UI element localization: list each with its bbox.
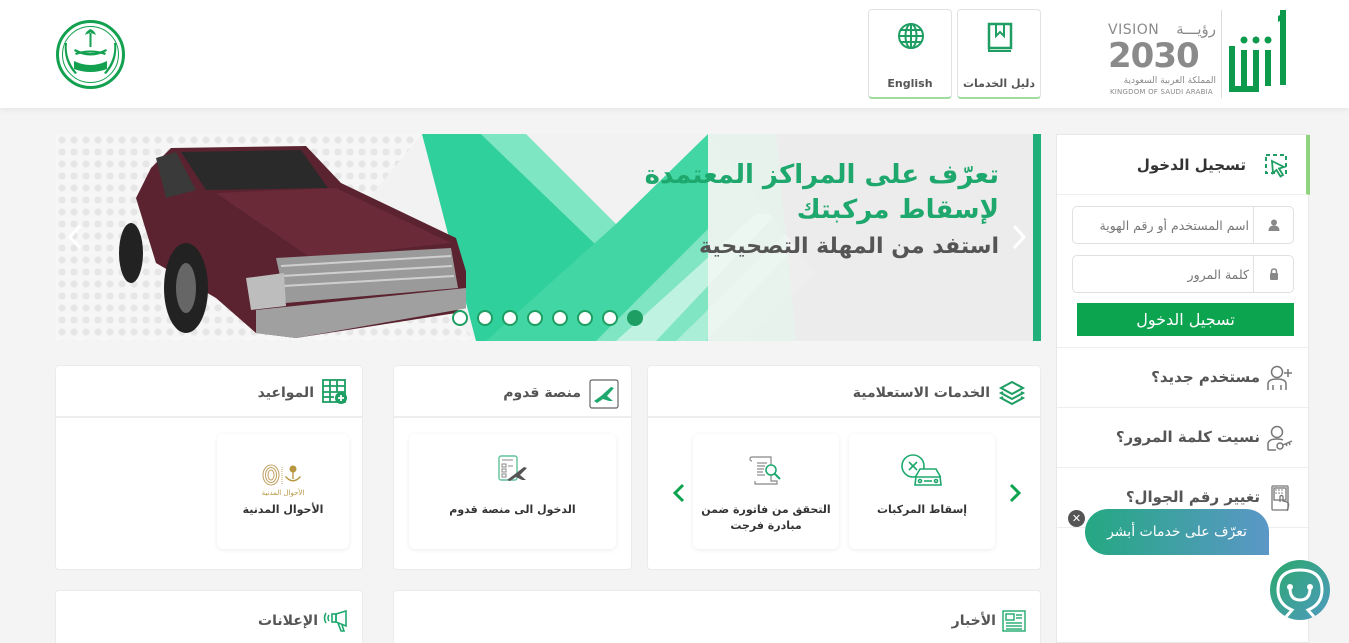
qudoom-platform-box: منصة قدوم الدخول الى منصة قدوم — [393, 365, 632, 570]
new-user-link[interactable]: مستخدم جديد؟ — [1057, 347, 1310, 407]
chatbot-face-icon — [1276, 568, 1324, 619]
document-search-icon — [749, 456, 781, 485]
forgot-password-link[interactable]: نسيت كلمة المرور؟ — [1057, 407, 1310, 467]
slide-title-line-2: لإسقاط مركبتك — [796, 195, 999, 225]
mobile-keypad-icon — [1271, 485, 1290, 512]
news-header: الأخبار — [394, 591, 1040, 643]
calendar-add-icon — [322, 379, 347, 404]
language-english-button[interactable]: English — [868, 9, 952, 99]
username-field — [1072, 206, 1294, 244]
slider-dots — [452, 310, 643, 326]
login-header: تسجيل الدخول — [1057, 135, 1310, 195]
announcements-header: الإعلانات — [56, 591, 362, 643]
user-icon — [1253, 207, 1293, 243]
cursor-select-icon — [1265, 154, 1287, 178]
inquiry-services-box: الخدمات الاستعلامية إسقاط المركبات التحق… — [647, 365, 1041, 570]
chatbot-avatar-button[interactable] — [1270, 560, 1330, 620]
forgot-password-label: نسيت كلمة المرور؟ — [1115, 428, 1260, 446]
car-image — [119, 146, 466, 338]
appointments-box: المواعيد الأحوال المدنية الأحوال المدنية — [55, 365, 363, 570]
login-title: تسجيل الدخول — [1136, 156, 1246, 174]
change-mobile-label: تغيير رقم الجوال؟ — [1125, 488, 1260, 506]
slider-dot[interactable] — [477, 310, 493, 326]
services-guide-label: دليل الخدمات — [962, 77, 1036, 90]
plane-landing-icon — [589, 379, 619, 409]
vision-year: 2030 — [1108, 36, 1200, 76]
hero-slider[interactable]: تعرّف على المراكز المعتمدة لإسقاط مركبتك… — [56, 134, 1041, 341]
username-input[interactable] — [1079, 207, 1249, 243]
login-submit-button[interactable]: تسجيل الدخول — [1077, 303, 1294, 336]
login-panel: تسجيل الدخول تسجيل الدخول مستخدم جديد؟ — [1056, 134, 1310, 643]
lock-icon — [1253, 256, 1293, 292]
layers-icon — [998, 380, 1026, 406]
inquiry-services-header: الخدمات الاستعلامية — [648, 366, 1040, 418]
qudoom-header: منصة قدوم — [394, 366, 631, 418]
checklist-plane-icon — [497, 455, 527, 481]
newspaper-icon — [1002, 610, 1026, 632]
globe-icon — [898, 23, 924, 49]
inquiry-next-arrow[interactable] — [1008, 482, 1022, 504]
slide-subtitle: استفد من المهلة التصحيحية — [699, 234, 999, 259]
civil-affairs-logo-caption: الأحوال المدنية — [262, 488, 305, 497]
slider-dot[interactable] — [452, 310, 468, 326]
vision-kingdom-ar: المملكة العربية السعودية — [1123, 76, 1216, 86]
add-user-icon — [1267, 365, 1292, 390]
slider-dot[interactable] — [502, 310, 518, 326]
inquiry-prev-arrow[interactable] — [672, 482, 686, 504]
password-input[interactable] — [1079, 256, 1249, 292]
slider-dot[interactable] — [527, 310, 543, 326]
services-guide-button[interactable]: دليل الخدمات — [957, 9, 1041, 99]
appointments-title: المواعيد — [257, 385, 314, 401]
qudoom-title: منصة قدوم — [503, 385, 581, 401]
slider-dot-active[interactable] — [627, 310, 643, 326]
announcements-title: الإعلانات — [258, 613, 318, 629]
vision-2030-logo: VISION رؤيـــة 2030 المملكة العربية السع… — [1108, 20, 1218, 98]
ministry-emblem-logo[interactable] — [55, 19, 126, 90]
service-card-invoice-check[interactable]: التحقق من فاتورة ضمن مبادرة فرجت — [693, 434, 839, 549]
chat-close-button[interactable]: ✕ — [1068, 510, 1085, 527]
chat-intro-bubble[interactable]: تعرّف على خدمات أبشر — [1085, 509, 1269, 555]
book-icon — [987, 22, 1013, 52]
logo-divider — [1221, 10, 1222, 98]
news-title: الأخبار — [951, 613, 996, 629]
news-box: الأخبار — [393, 590, 1041, 643]
slider-prev-arrow[interactable] — [64, 222, 86, 252]
service-card-qudoom-login[interactable]: الدخول الى منصة قدوم — [409, 434, 616, 549]
service-card-vehicle-drop[interactable]: إسقاط المركبات — [849, 434, 995, 549]
megaphone-icon — [323, 610, 347, 632]
service-card-label: الدخول الى منصة قدوم — [449, 503, 576, 516]
slider-dot[interactable] — [552, 310, 568, 326]
new-user-label: مستخدم جديد؟ — [1151, 368, 1260, 386]
slide-accent-stripe — [1033, 134, 1041, 341]
civil-affairs-logo: الأحوال المدنية — [262, 464, 305, 497]
slide-title-line-1: تعرّف على المراكز المعتمدة — [644, 160, 999, 190]
appointments-header: المواعيد — [56, 366, 362, 418]
service-card-civil-affairs[interactable]: الأحوال المدنية الأحوال المدنية — [217, 434, 349, 549]
service-card-label: إسقاط المركبات — [876, 503, 968, 516]
service-card-label: الأحوال المدنية — [242, 503, 324, 516]
password-field — [1072, 255, 1294, 293]
service-card-label: التحقق من فاتورة ضمن مبادرة فرجت — [701, 503, 831, 532]
language-english-label: English — [887, 77, 933, 90]
slider-dot[interactable] — [602, 310, 618, 326]
slide-title: تعرّف على المراكز المعتمدة لإسقاط مركبتك — [645, 158, 999, 228]
inquiry-services-title: الخدمات الاستعلامية — [852, 385, 990, 401]
absher-logo[interactable] — [1226, 10, 1288, 98]
site-header: VISION رؤيـــة 2030 المملكة العربية السع… — [0, 0, 1349, 108]
car-cancel-icon — [901, 454, 942, 486]
slider-dot[interactable] — [577, 310, 593, 326]
user-key-icon — [1267, 425, 1293, 451]
vision-kingdom-en: KINGDOM OF SAUDI ARABIA — [1110, 88, 1213, 96]
announcements-box: الإعلانات — [55, 590, 363, 643]
slider-next-arrow[interactable] — [1008, 222, 1030, 252]
